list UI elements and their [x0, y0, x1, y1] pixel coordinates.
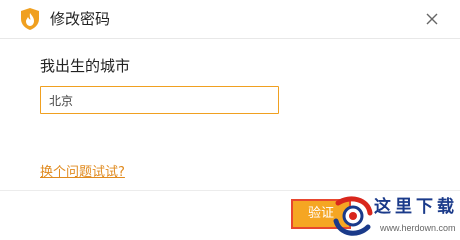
swirl-logo-icon	[333, 196, 373, 236]
security-question-label: 我出生的城市	[40, 57, 131, 75]
watermark: 这里下载 www.herdown.com	[330, 193, 460, 240]
switch-question-link[interactable]: 换个问题试试?	[40, 165, 125, 181]
footer-divider	[0, 190, 460, 191]
security-answer-input[interactable]	[40, 86, 279, 114]
window-title: 修改密码	[50, 10, 111, 28]
watermark-url: www.herdown.com	[380, 223, 456, 233]
close-icon[interactable]	[424, 11, 440, 27]
flame-shield-icon	[21, 8, 39, 30]
title-bar: 修改密码	[0, 0, 460, 39]
watermark-brand: 这里下载	[374, 197, 458, 217]
change-password-dialog: 修改密码 我出生的城市 换个问题试试? 验证 这里下载 www.herdown.…	[0, 0, 460, 240]
